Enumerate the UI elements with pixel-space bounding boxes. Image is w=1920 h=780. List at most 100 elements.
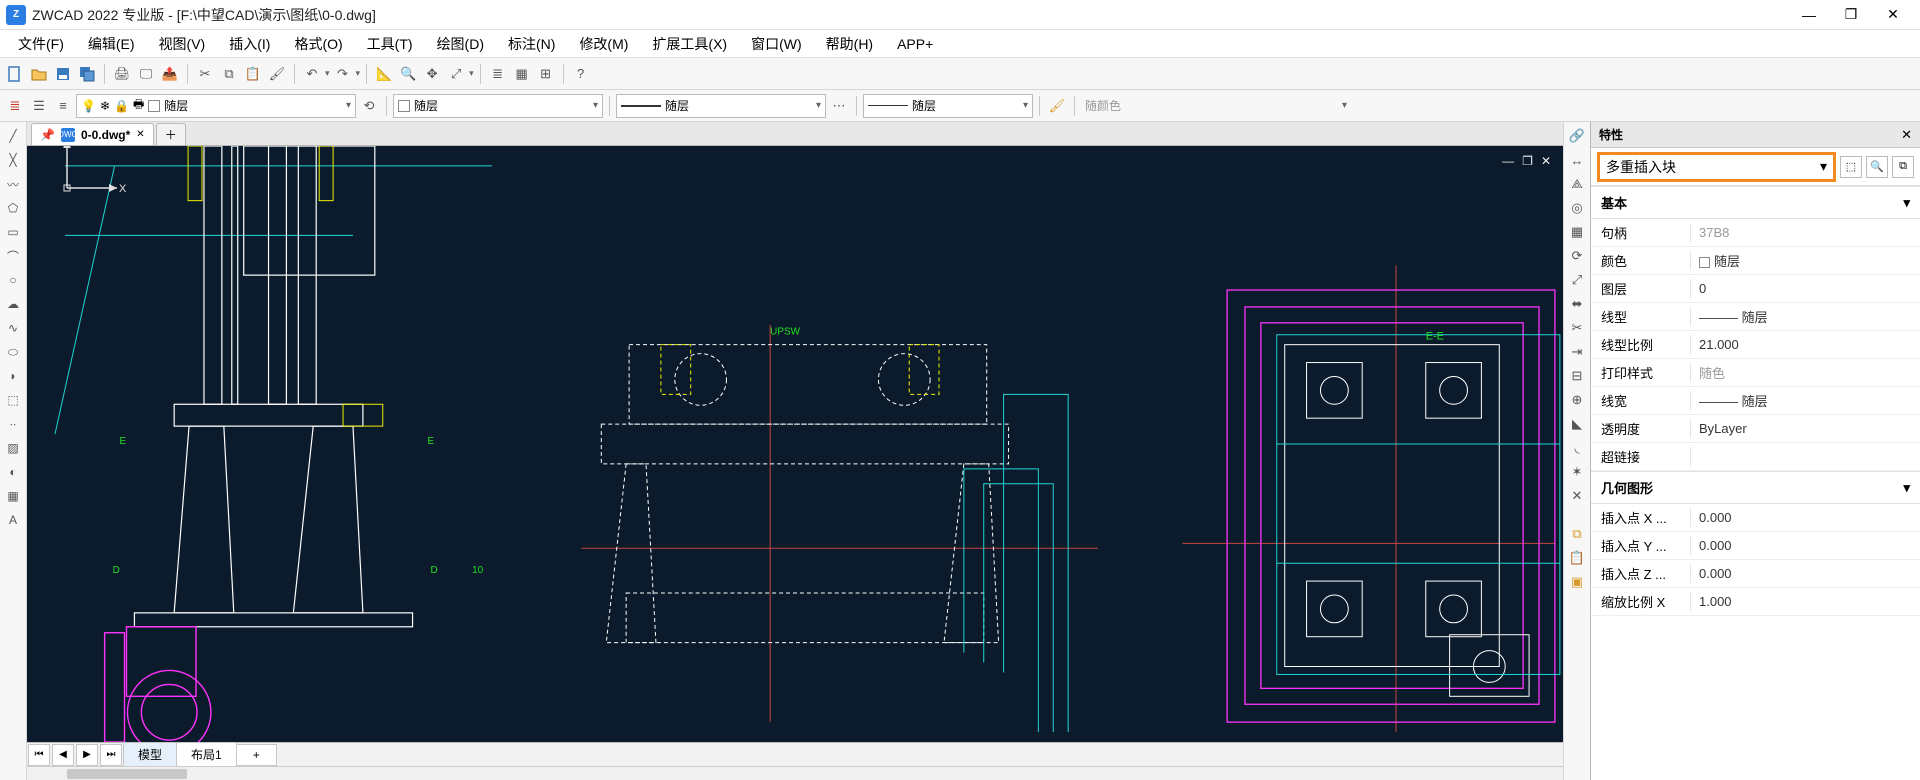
close-button[interactable]: ✕ (1872, 0, 1914, 30)
prop-value[interactable]: 0.000 (1691, 538, 1920, 553)
new-icon[interactable] (4, 63, 26, 85)
zoom-window-icon[interactable]: 🔍 (397, 63, 419, 85)
prop-row[interactable]: 透明度ByLayer (1591, 415, 1920, 443)
revcloud-icon[interactable]: ☁ (2, 294, 24, 314)
file-tab-close-icon[interactable]: ✕ (136, 129, 144, 140)
prop-row[interactable]: 线型——— 随层 (1591, 303, 1920, 331)
color-dropdown[interactable]: 随层 ▾ (393, 94, 603, 118)
zoom-extents-icon[interactable]: ⤢ (445, 63, 467, 85)
prop-value[interactable]: 0 (1691, 281, 1920, 296)
polygon-icon[interactable]: ⬠ (2, 198, 24, 218)
select-objects-icon[interactable]: 🔍 (1866, 156, 1888, 178)
tab-nav-next[interactable]: ▶ (76, 744, 98, 766)
prop-row[interactable]: 缩放比例 X1.000 (1591, 588, 1920, 616)
prop-value[interactable]: ——— 随层 (1691, 307, 1920, 326)
paste-icon[interactable]: 📋 (242, 63, 264, 85)
tab-nav-prev[interactable]: ◀ (52, 744, 74, 766)
print-preview-icon[interactable]: 🖵 (135, 63, 157, 85)
pin-icon[interactable]: 📌 (40, 128, 55, 142)
hatch-icon[interactable]: ▨ (2, 438, 24, 458)
toggle-pickadd-icon[interactable]: ⧉ (1892, 156, 1914, 178)
table-icon[interactable]: ▦ (511, 63, 533, 85)
arc-icon[interactable]: ⌒ (2, 246, 24, 266)
prop-row[interactable]: 插入点 Z ...0.000 (1591, 560, 1920, 588)
print-icon[interactable]: 🖨 (111, 63, 133, 85)
stretch-icon[interactable]: ⬌ (1566, 294, 1588, 314)
layer-filter-icon[interactable]: ≡ (52, 95, 74, 117)
save-icon[interactable] (52, 63, 74, 85)
trim-icon[interactable]: ✂ (1566, 318, 1588, 338)
prop-value[interactable]: 37B8 (1691, 225, 1920, 240)
prop-value[interactable]: 0.000 (1691, 566, 1920, 581)
cut-icon[interactable]: ✂ (194, 63, 216, 85)
extend-icon[interactable]: ⇥ (1566, 342, 1588, 362)
redo-icon[interactable]: ↷ (332, 63, 354, 85)
linetype-dropdown[interactable]: 随层 ▾ (616, 94, 826, 118)
layer-icon[interactable]: ≣ (487, 63, 509, 85)
menu-file[interactable]: 文件(F) (6, 30, 76, 58)
prop-row[interactable]: 超链接 (1591, 443, 1920, 471)
copy-icon[interactable]: ⧉ (218, 63, 240, 85)
explode-icon[interactable]: ✶ (1566, 462, 1588, 482)
link-icon[interactable]: 🔗 (1566, 126, 1588, 146)
measure-icon[interactable]: 📐 (373, 63, 395, 85)
scale-icon[interactable]: ⤢ (1566, 270, 1588, 290)
menu-window[interactable]: 窗口(W) (739, 30, 814, 58)
mirror-icon[interactable]: ⟁ (1566, 174, 1588, 194)
tab-add-layout[interactable]: + (236, 744, 277, 766)
menu-tools[interactable]: 工具(T) (355, 30, 425, 58)
tab-nav-last[interactable]: ⏭ (100, 744, 122, 766)
prop-row[interactable]: 线型比例21.000 (1591, 331, 1920, 359)
prop-value[interactable]: 随层 (1691, 251, 1920, 270)
mtext-icon[interactable]: A (2, 510, 24, 530)
properties-list[interactable]: 基本▾句柄37B8颜色随层图层0线型——— 随层线型比例21.000打印样式随色… (1591, 186, 1920, 780)
copy-modify-icon[interactable]: ⧉ (1566, 524, 1588, 544)
layer-manager-icon[interactable]: ≣ (4, 95, 26, 117)
help-icon[interactable]: ? (570, 63, 592, 85)
menu-format[interactable]: 格式(O) (282, 30, 354, 58)
drawing-canvas[interactable]: — ❐ ✕ (27, 146, 1563, 742)
horizontal-scrollbar[interactable] (27, 766, 1563, 780)
region-icon[interactable]: ◐ (2, 462, 24, 482)
menu-dimension[interactable]: 标注(N) (496, 30, 567, 58)
prop-value[interactable]: 21.000 (1691, 337, 1920, 352)
block-modify-icon[interactable]: ▣ (1566, 572, 1588, 592)
saveall-icon[interactable] (76, 63, 98, 85)
spline-icon[interactable]: ∿ (2, 318, 24, 338)
line-icon[interactable]: ╱ (2, 126, 24, 146)
prop-row[interactable]: 打印样式随色 (1591, 359, 1920, 387)
properties-close-icon[interactable]: ✕ (1901, 127, 1912, 143)
menu-edit[interactable]: 编辑(E) (76, 30, 147, 58)
prop-value[interactable]: 随色 (1691, 363, 1920, 382)
lineweight-dropdown[interactable]: 随层 ▾ (863, 94, 1033, 118)
tab-model[interactable]: 模型 (123, 742, 177, 767)
file-tab-active[interactable]: 📌 DWG 0-0.dwg* ✕ (31, 123, 154, 145)
table-draw-icon[interactable]: ▦ (2, 486, 24, 506)
prop-row[interactable]: 句柄37B8 (1591, 219, 1920, 247)
break-icon[interactable]: ⊟ (1566, 366, 1588, 386)
open-icon[interactable] (28, 63, 50, 85)
menu-insert[interactable]: 插入(I) (217, 30, 282, 58)
maximize-button[interactable]: ❐ (1830, 0, 1872, 30)
prop-row[interactable]: 线宽——— 随层 (1591, 387, 1920, 415)
prop-section-title[interactable]: 基本▾ (1591, 186, 1920, 219)
tab-nav-first[interactable]: ⏮ (28, 744, 50, 766)
move-icon[interactable]: ↔ (1566, 150, 1588, 170)
menu-modify[interactable]: 修改(M) (567, 30, 640, 58)
paintbrush-icon[interactable]: 🖌 (1046, 95, 1068, 117)
menu-help[interactable]: 帮助(H) (814, 30, 885, 58)
fillet-icon[interactable]: ◟ (1566, 438, 1588, 458)
pan-icon[interactable]: ✥ (421, 63, 443, 85)
grid-icon[interactable]: ⊞ (535, 63, 557, 85)
plotstyle-dropdown[interactable]: 随颜色 ▾ (1081, 94, 1351, 118)
minimize-button[interactable]: — (1788, 0, 1830, 30)
ellipse-arc-icon[interactable]: ◗ (2, 366, 24, 386)
quick-select-icon[interactable]: ⬚ (1840, 156, 1862, 178)
chamfer-icon[interactable]: ◣ (1566, 414, 1588, 434)
point-icon[interactable]: ∙∙ (2, 414, 24, 434)
polyline-icon[interactable]: 〰 (2, 174, 24, 194)
object-type-dropdown[interactable]: 多重插入块 ▾ (1597, 152, 1836, 182)
prop-value[interactable]: ByLayer (1691, 421, 1920, 436)
rotate-icon[interactable]: ⟳ (1566, 246, 1588, 266)
menu-draw[interactable]: 绘图(D) (425, 30, 496, 58)
